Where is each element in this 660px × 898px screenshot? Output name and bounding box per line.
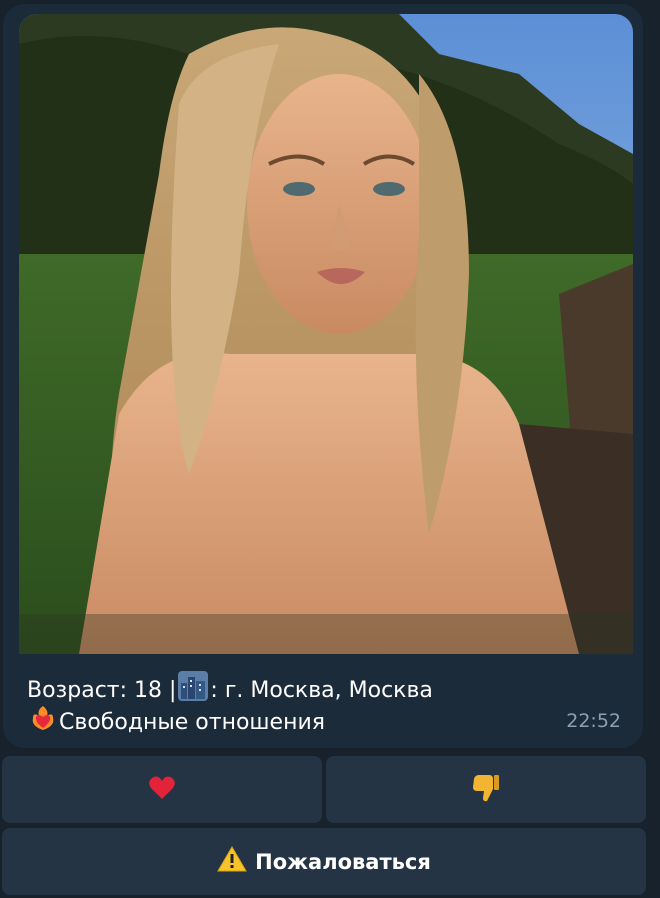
like-button[interactable] xyxy=(2,756,322,823)
message-time: 22:52 xyxy=(566,710,621,732)
caption-status: Свободные отношения xyxy=(27,704,325,741)
report-button-label: Пожаловаться xyxy=(255,849,431,874)
warning-icon xyxy=(217,846,247,877)
caption-city-text: : г. Москва, Москва xyxy=(210,677,433,703)
profile-photo[interactable] xyxy=(19,14,633,654)
photo-image xyxy=(19,14,633,654)
heart-on-fire-icon xyxy=(29,704,57,741)
dislike-button[interactable] xyxy=(326,756,646,823)
heart-icon xyxy=(148,775,176,805)
thumbs-down-icon xyxy=(471,773,501,807)
caption-age-text: Возраст: 18 | xyxy=(27,677,177,703)
chat-screen: Возраст: 18 | : г. Москва, Москва Свобод… xyxy=(0,0,660,898)
message-bubble: Возраст: 18 | : г. Москва, Москва Свобод… xyxy=(3,4,643,748)
report-button[interactable]: Пожаловаться xyxy=(2,828,646,895)
caption-status-text: Свободные отношения xyxy=(59,709,326,735)
